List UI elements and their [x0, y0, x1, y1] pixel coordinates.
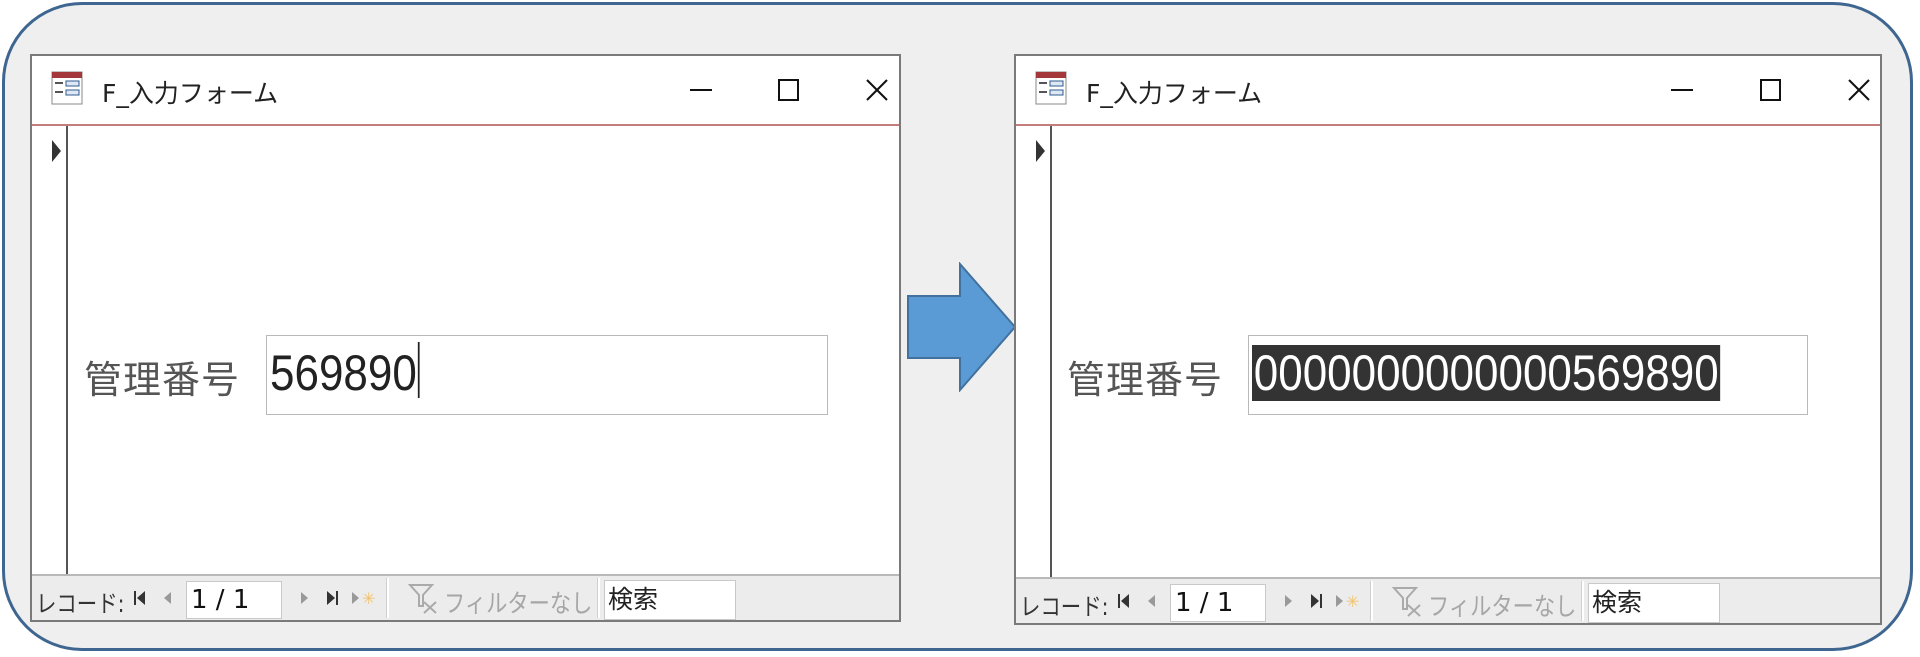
first-record-icon[interactable] — [1114, 589, 1134, 613]
minimize-icon — [690, 89, 712, 91]
svg-text:✳: ✳ — [362, 589, 375, 608]
new-record-icon[interactable]: ✳ — [1334, 589, 1360, 613]
nav-separator — [1581, 581, 1584, 621]
last-record-icon[interactable] — [1306, 589, 1326, 613]
next-record-icon[interactable] — [294, 586, 314, 610]
management-number-input[interactable]: 569890 — [266, 335, 828, 415]
filter-icon — [1392, 587, 1421, 617]
form-icon — [51, 71, 83, 105]
new-record-icon[interactable]: ✳ — [350, 586, 376, 610]
maximize-icon — [1760, 79, 1781, 101]
maximize-button[interactable] — [759, 64, 819, 114]
field-label: 管理番号 — [1067, 358, 1224, 402]
current-record-input[interactable]: 1 / 1 — [1170, 584, 1266, 622]
record-selector-icon — [52, 140, 61, 162]
form-window-before: F_入力フォーム 管理番号 569890 レコード: 1 / 1 ✳ フィルター… — [30, 54, 901, 622]
record-label: レコード: — [36, 590, 125, 618]
filter-label: フィルターなし — [1428, 592, 1577, 621]
management-number-input[interactable]: 0000000000000569890 — [1248, 335, 1808, 415]
record-navigation-bar: レコード: 1 / 1 ✳ フィルターなし 検索 — [32, 574, 899, 620]
search-input[interactable]: 検索 — [1588, 583, 1720, 623]
minimize-button[interactable] — [1653, 64, 1713, 114]
previous-record-icon[interactable] — [158, 586, 178, 610]
record-navigation-bar: レコード: 1 / 1 ✳ フィルターなし 検索 — [1016, 577, 1880, 623]
field-label: 管理番号 — [84, 358, 241, 402]
title-bar: F_入力フォーム — [32, 56, 899, 126]
record-selector[interactable] — [32, 126, 68, 576]
nav-separator — [597, 578, 600, 618]
close-icon — [1848, 79, 1870, 101]
maximize-button[interactable] — [1741, 64, 1801, 114]
last-record-icon[interactable] — [322, 586, 342, 610]
record-selector-icon — [1036, 140, 1045, 162]
filter-icon — [408, 584, 437, 614]
window-title: F_入力フォーム — [1086, 79, 1263, 108]
close-icon — [866, 79, 888, 101]
field-value: 0000000000000569890 — [1252, 342, 1721, 404]
form-icon — [1035, 71, 1067, 105]
window-title: F_入力フォーム — [102, 79, 279, 108]
nav-separator — [1370, 581, 1373, 621]
previous-record-icon[interactable] — [1142, 589, 1162, 613]
nav-separator — [386, 578, 389, 618]
title-bar: F_入力フォーム — [1016, 56, 1880, 126]
text-caret — [417, 342, 420, 398]
record-label: レコード: — [1020, 593, 1109, 621]
current-record-input[interactable]: 1 / 1 — [186, 581, 282, 619]
svg-text:✳: ✳ — [1346, 592, 1359, 611]
next-record-icon[interactable] — [1278, 589, 1298, 613]
filter-label: フィルターなし — [444, 589, 593, 618]
minimize-icon — [1671, 89, 1693, 91]
filter-toggle[interactable]: フィルターなし — [1392, 583, 1576, 621]
form-window-after: F_入力フォーム 管理番号 0000000000000569890 レコード: … — [1014, 54, 1882, 625]
selected-text: 0000000000000569890 — [1252, 345, 1721, 401]
close-button[interactable] — [847, 64, 907, 114]
maximize-icon — [778, 79, 799, 101]
right-arrow-icon — [907, 262, 1017, 392]
first-record-icon[interactable] — [130, 586, 150, 610]
filter-toggle[interactable]: フィルターなし — [408, 580, 592, 618]
close-button[interactable] — [1829, 64, 1889, 114]
record-selector[interactable] — [1016, 126, 1052, 579]
field-value: 569890 — [270, 342, 420, 404]
search-input[interactable]: 検索 — [604, 580, 736, 620]
minimize-button[interactable] — [672, 64, 732, 114]
